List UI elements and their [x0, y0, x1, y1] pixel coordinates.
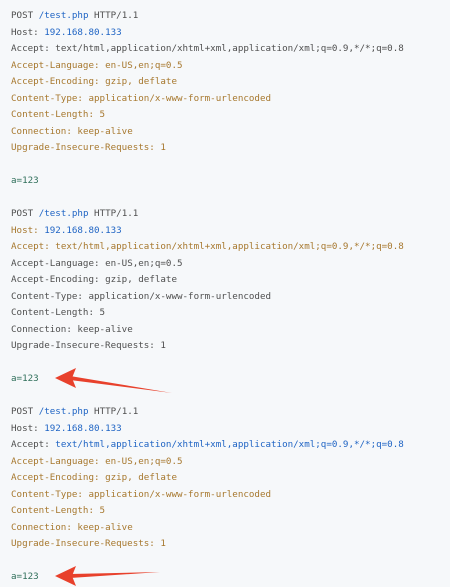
header-value: 192.168.80.133: [44, 26, 122, 38]
request-path: /test.php: [38, 208, 89, 219]
header-content-type: Content-Type: application/x-www-form-url…: [11, 487, 441, 504]
header-value: text/html,application/xhtml+xml,applicat…: [55, 43, 404, 54]
header-content-type: Content-Type: application/x-www-form-url…: [11, 91, 441, 108]
header-value: keep-alive: [77, 323, 133, 335]
header-value: application/x-www-form-urlencoded: [88, 92, 272, 104]
header-value: gzip, deflate: [105, 76, 177, 87]
header-key: Host:: [11, 224, 39, 236]
http-request-1: POST /test.php HTTP/1.1 Host: 192.168.80…: [11, 8, 441, 190]
header-content-type: Content-Type: application/x-www-form-url…: [11, 289, 441, 306]
header-value: 5: [99, 109, 106, 120]
header-upgrade-insecure-requests: Upgrade-Insecure-Requests: 1: [11, 140, 441, 157]
header-accept: Accept: text/html,application/xhtml+xml,…: [11, 437, 441, 454]
header-upgrade-insecure-requests: Upgrade-Insecure-Requests: 1: [11, 338, 441, 355]
header-key: Accept-Language:: [11, 455, 100, 467]
header-accept-encoding: Accept-Encoding: gzip, deflate: [11, 470, 441, 487]
header-key: Accept-Language:: [11, 59, 100, 71]
header-key: Accept-Encoding:: [11, 76, 100, 87]
header-key: Accept-Encoding:: [11, 472, 100, 483]
header-key: Host:: [11, 422, 39, 434]
header-value: 192.168.80.133: [44, 224, 122, 236]
request-path: /test.php: [38, 10, 89, 21]
header-key: Upgrade-Insecure-Requests:: [11, 538, 155, 549]
header-accept-language: Accept-Language: en-US,en;q=0.5: [11, 256, 441, 273]
http-request-2: POST /test.php HTTP/1.1 Host: 192.168.80…: [11, 206, 441, 388]
request-line: POST /test.php HTTP/1.1: [11, 404, 441, 421]
header-key: Upgrade-Insecure-Requests:: [11, 142, 155, 153]
http-request-code-block: POST /test.php HTTP/1.1 Host: 192.168.80…: [0, 0, 450, 587]
header-value: keep-alive: [77, 125, 133, 137]
http-version: HTTP/1.1: [94, 406, 139, 417]
header-connection: Connection: keep-alive: [11, 520, 441, 537]
header-value: 192.168.80.133: [44, 422, 122, 434]
header-key: Accept:: [11, 439, 50, 450]
header-host: Host: 192.168.80.133: [11, 25, 441, 42]
header-value: application/x-www-form-urlencoded: [88, 488, 272, 500]
http-request-3: POST /test.php HTTP/1.1 Host: 192.168.80…: [11, 404, 441, 586]
header-value: text/html,application/xhtml+xml,applicat…: [55, 241, 404, 252]
header-key: Accept-Encoding:: [11, 274, 100, 285]
header-accept: Accept: text/html,application/xhtml+xml,…: [11, 41, 441, 58]
header-key: Content-Type:: [11, 488, 83, 500]
header-value: 1: [160, 142, 166, 153]
request-path: /test.php: [38, 406, 89, 417]
request-body: a=123: [11, 571, 39, 582]
header-key: Content-Length:: [11, 505, 94, 516]
header-key: Upgrade-Insecure-Requests:: [11, 340, 155, 351]
header-value: en-US,en;q=0.5: [105, 455, 183, 467]
header-value: 1: [160, 340, 166, 351]
header-value: text/html,application/xhtml+xml,applicat…: [55, 439, 404, 450]
header-upgrade-insecure-requests: Upgrade-Insecure-Requests: 1: [11, 536, 441, 553]
header-key: Content-Type:: [11, 290, 83, 302]
header-connection: Connection: keep-alive: [11, 124, 441, 141]
request-line: POST /test.php HTTP/1.1: [11, 8, 441, 25]
header-key: Content-Length:: [11, 307, 94, 318]
header-content-length: Content-Length: 5: [11, 503, 441, 520]
header-key: Connection:: [11, 125, 72, 137]
header-value: gzip, deflate: [105, 472, 177, 483]
header-value: en-US,en;q=0.5: [105, 257, 183, 269]
header-key: Content-Type:: [11, 92, 83, 104]
header-accept: Accept: text/html,application/xhtml+xml,…: [11, 239, 441, 256]
header-key: Content-Length:: [11, 109, 94, 120]
method: POST: [11, 406, 34, 417]
header-value: 5: [99, 505, 106, 516]
header-key: Host:: [11, 26, 39, 38]
header-value: 5: [99, 307, 106, 318]
method: POST: [11, 10, 34, 21]
header-key: Accept:: [11, 241, 50, 252]
request-line: POST /test.php HTTP/1.1: [11, 206, 441, 223]
request-body: a=123: [11, 175, 39, 186]
header-host: Host: 192.168.80.133: [11, 223, 441, 240]
header-accept-encoding: Accept-Encoding: gzip, deflate: [11, 74, 441, 91]
request-body: a=123: [11, 373, 39, 384]
method: POST: [11, 208, 34, 219]
header-value: 1: [160, 538, 166, 549]
header-connection: Connection: keep-alive: [11, 322, 441, 339]
http-version: HTTP/1.1: [94, 10, 139, 21]
header-key: Accept:: [11, 43, 50, 54]
header-value: keep-alive: [77, 521, 133, 533]
header-key: Connection:: [11, 521, 72, 533]
header-value: application/x-www-form-urlencoded: [88, 290, 272, 302]
http-version: HTTP/1.1: [94, 208, 139, 219]
header-content-length: Content-Length: 5: [11, 107, 441, 124]
header-key: Connection:: [11, 323, 72, 335]
header-value: en-US,en;q=0.5: [105, 59, 183, 71]
header-accept-encoding: Accept-Encoding: gzip, deflate: [11, 272, 441, 289]
header-accept-language: Accept-Language: en-US,en;q=0.5: [11, 58, 441, 75]
header-key: Accept-Language:: [11, 257, 100, 269]
header-value: gzip, deflate: [105, 274, 177, 285]
header-accept-language: Accept-Language: en-US,en;q=0.5: [11, 454, 441, 471]
header-host: Host: 192.168.80.133: [11, 421, 441, 438]
header-content-length: Content-Length: 5: [11, 305, 441, 322]
